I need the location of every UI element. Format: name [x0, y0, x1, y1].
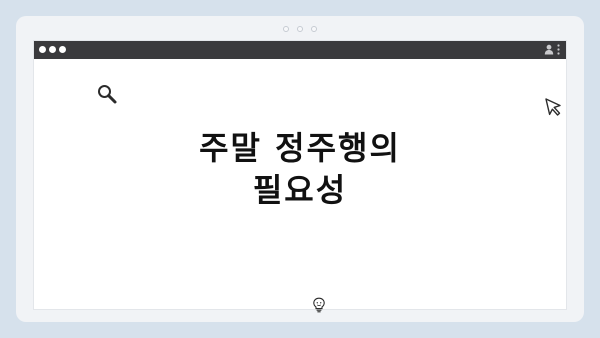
cursor-arrow-icon — [545, 98, 561, 116]
carousel-pager — [16, 26, 584, 32]
search-icon — [98, 85, 117, 104]
pager-dot[interactable] — [297, 26, 303, 32]
outer-card: 주말 정주행의 필요성 — [16, 16, 584, 322]
headline-line-2: 필요성 — [252, 171, 348, 209]
title-bar-actions — [544, 44, 560, 55]
kebab-menu-icon[interactable] — [557, 44, 560, 55]
page-headline: 주말 정주행의 필요성 — [199, 127, 401, 211]
browser-window: 주말 정주행의 필요성 — [33, 40, 567, 313]
lightbulb-icon — [313, 297, 325, 313]
window-minimize-dot[interactable] — [49, 46, 56, 53]
window-title-bar — [34, 41, 566, 59]
user-icon[interactable] — [544, 44, 554, 55]
window-close-dot[interactable] — [39, 46, 46, 53]
window-controls — [39, 46, 66, 53]
window-maximize-dot[interactable] — [59, 46, 66, 53]
headline-line-1: 주말 정주행의 — [199, 129, 401, 167]
pager-dot[interactable] — [311, 26, 317, 32]
pager-dot[interactable] — [283, 26, 289, 32]
